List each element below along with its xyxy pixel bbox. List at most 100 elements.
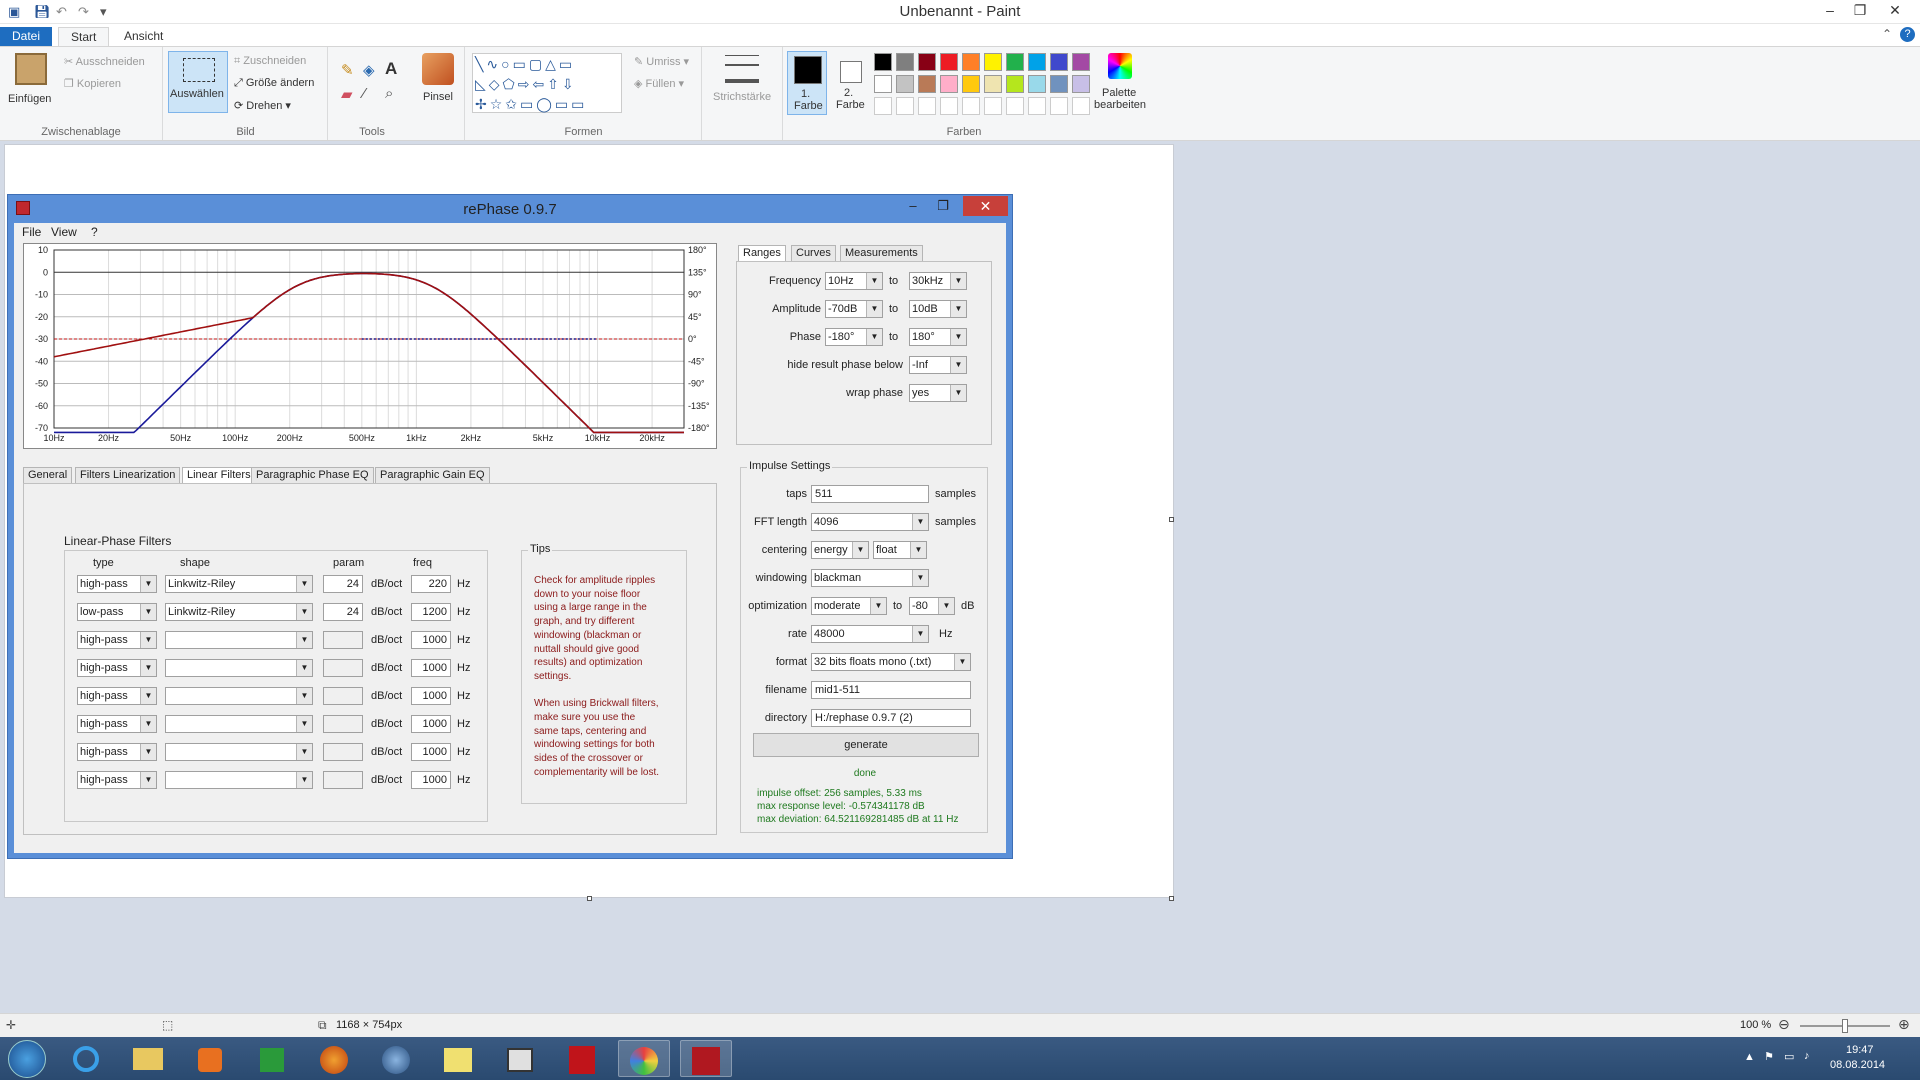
taskbar-paint[interactable] — [618, 1040, 670, 1077]
tray-date[interactable]: 08.08.2014 — [1830, 1059, 1885, 1071]
filter-type-select[interactable]: low-pass ▼ — [77, 603, 157, 621]
filter-type-select[interactable]: high-pass ▼ — [77, 659, 157, 677]
rotate-button[interactable]: ⟳ Drehen ▾ — [234, 99, 291, 112]
taps-input[interactable]: 511 — [811, 485, 929, 503]
taskbar-app[interactable] — [494, 1040, 546, 1077]
fill-button[interactable]: ◈ Füllen ▾ — [634, 77, 684, 90]
filter-param-input[interactable] — [323, 687, 363, 705]
filter-shape-select[interactable]: ▼ — [165, 743, 313, 761]
filter-freq-input[interactable]: 220 — [411, 575, 451, 593]
palette-swatch[interactable] — [1006, 75, 1024, 93]
filename-input[interactable]: mid1-511 — [811, 681, 971, 699]
cut-button[interactable]: ✂ Ausschneiden — [64, 55, 145, 68]
tab-paragraphic-gain-eq[interactable]: Paragraphic Gain EQ — [375, 467, 490, 484]
palette-swatch[interactable] — [1006, 53, 1024, 71]
color1-button[interactable]: 1. Farbe — [787, 51, 827, 115]
tab-general[interactable]: General — [23, 467, 73, 484]
rephase-maximize-button[interactable]: ❐ — [930, 196, 956, 216]
palette-swatch[interactable] — [918, 75, 936, 93]
zoom-slider[interactable] — [1800, 1019, 1890, 1033]
taskbar-media[interactable] — [184, 1040, 236, 1077]
amplitude-from-select[interactable]: -70dB ▼ — [825, 300, 883, 318]
resize-handle-corner[interactable] — [1169, 896, 1174, 901]
color2-button[interactable]: 2. Farbe — [830, 51, 870, 115]
tab-ranges[interactable]: Ranges — [738, 245, 786, 262]
filter-freq-input[interactable]: 1200 — [411, 603, 451, 621]
filter-param-input[interactable] — [323, 771, 363, 789]
tab-curves[interactable]: Curves — [791, 245, 836, 262]
tab-linear-filters[interactable]: Linear Filters — [182, 467, 256, 484]
palette-swatch[interactable] — [1072, 53, 1090, 71]
taskbar-notes[interactable] — [432, 1040, 484, 1077]
rate-select[interactable]: 48000 ▼ — [811, 625, 929, 643]
filter-freq-input[interactable]: 1000 — [411, 715, 451, 733]
amplitude-to-select[interactable]: 10dB ▼ — [909, 300, 967, 318]
filter-param-input[interactable] — [323, 659, 363, 677]
magnifier-icon[interactable]: ⌕ — [385, 85, 393, 102]
outline-button[interactable]: ✎ Umriss ▾ — [634, 55, 689, 68]
tray-network-icon[interactable]: ▭ — [1784, 1050, 1794, 1063]
taskbar-explorer[interactable] — [122, 1040, 174, 1077]
frequency-to-select[interactable]: 30kHz ▼ — [909, 272, 967, 290]
filter-freq-input[interactable]: 1000 — [411, 743, 451, 761]
palette-custom-swatch[interactable] — [1028, 97, 1046, 115]
pencil-icon[interactable]: ✎ — [341, 61, 354, 79]
menu-help[interactable]: ? — [91, 225, 98, 239]
filter-param-input[interactable] — [323, 631, 363, 649]
tray-time[interactable]: 19:47 — [1846, 1044, 1874, 1056]
taskbar-acrobat[interactable] — [556, 1040, 608, 1077]
frequency-from-select[interactable]: 10Hz ▼ — [825, 272, 883, 290]
filter-type-select[interactable]: high-pass ▼ — [77, 575, 157, 593]
menu-file[interactable]: File — [22, 225, 41, 239]
eraser-icon[interactable]: ▰ — [341, 85, 353, 103]
format-select[interactable]: 32 bits floats mono (.txt) ▼ — [811, 653, 971, 671]
filter-shape-select[interactable]: Linkwitz-Riley ▼ — [165, 575, 313, 593]
shapes-gallery[interactable]: ╲∿○▭▢△▭ ◺◇⬠⇨⇦⇧⇩ ✢☆✩▭◯▭▭ — [472, 53, 622, 113]
filter-type-select[interactable]: high-pass ▼ — [77, 715, 157, 733]
paste-button[interactable]: Einfügen — [6, 51, 56, 113]
menu-view[interactable]: View — [51, 225, 77, 239]
palette-swatch[interactable] — [962, 75, 980, 93]
palette-swatch[interactable] — [896, 53, 914, 71]
windowing-select[interactable]: blackman ▼ — [811, 569, 929, 587]
filter-freq-input[interactable]: 1000 — [411, 631, 451, 649]
palette-custom-swatch[interactable] — [874, 97, 892, 115]
tab-file[interactable]: Datei — [0, 27, 52, 46]
filter-shape-select[interactable]: ▼ — [165, 631, 313, 649]
zoom-out-icon[interactable]: ⊖ — [1778, 1016, 1790, 1033]
hide-phase-select[interactable]: -Inf ▼ — [909, 356, 967, 374]
palette-swatch[interactable] — [984, 53, 1002, 71]
filter-param-input[interactable] — [323, 743, 363, 761]
tab-paragraphic-phase-eq[interactable]: Paragraphic Phase EQ — [251, 467, 374, 484]
filter-freq-input[interactable]: 1000 — [411, 659, 451, 677]
filter-type-select[interactable]: high-pass ▼ — [77, 743, 157, 761]
palette-swatch[interactable] — [918, 53, 936, 71]
filter-type-select[interactable]: high-pass ▼ — [77, 771, 157, 789]
wrap-phase-select[interactable]: yes ▼ — [909, 384, 967, 402]
tab-start[interactable]: Start — [58, 27, 110, 46]
palette-swatch[interactable] — [1028, 53, 1046, 71]
color-picker-icon[interactable]: ⁄ — [363, 85, 366, 102]
optimization-select[interactable]: moderate ▼ — [811, 597, 887, 615]
resize-handle-right[interactable] — [1169, 517, 1174, 522]
size-button[interactable]: Strichstärke — [713, 91, 771, 103]
taskbar-thunderbird[interactable] — [370, 1040, 422, 1077]
resize-button[interactable]: ⤢ Größe ändern — [234, 77, 314, 90]
filter-shape-select[interactable]: ▼ — [165, 687, 313, 705]
palette-swatch[interactable] — [984, 75, 1002, 93]
filter-type-select[interactable]: high-pass ▼ — [77, 631, 157, 649]
response-graph[interactable]: 10 0 -10 -20 -30 -40 -50 -60 -70 180° 135° 90° 45° 0°… — [23, 243, 717, 449]
filter-param-input[interactable]: 24 — [323, 603, 363, 621]
palette-custom-swatch[interactable] — [896, 97, 914, 115]
filter-type-select[interactable]: high-pass ▼ — [77, 687, 157, 705]
optimization-level-select[interactable]: -80 ▼ — [909, 597, 955, 615]
palette-swatch[interactable] — [940, 53, 958, 71]
edit-colors-button[interactable]: Palette bearbeiten — [1094, 51, 1146, 115]
select-button[interactable]: Auswählen — [168, 51, 228, 113]
palette-custom-swatch[interactable] — [940, 97, 958, 115]
copy-button[interactable]: ❐ Kopieren — [64, 77, 121, 90]
help-icon[interactable]: ? — [1900, 27, 1915, 42]
centering-mode-select[interactable]: float ▼ — [873, 541, 927, 559]
centering-select[interactable]: energy ▼ — [811, 541, 869, 559]
palette-swatch[interactable] — [874, 75, 892, 93]
